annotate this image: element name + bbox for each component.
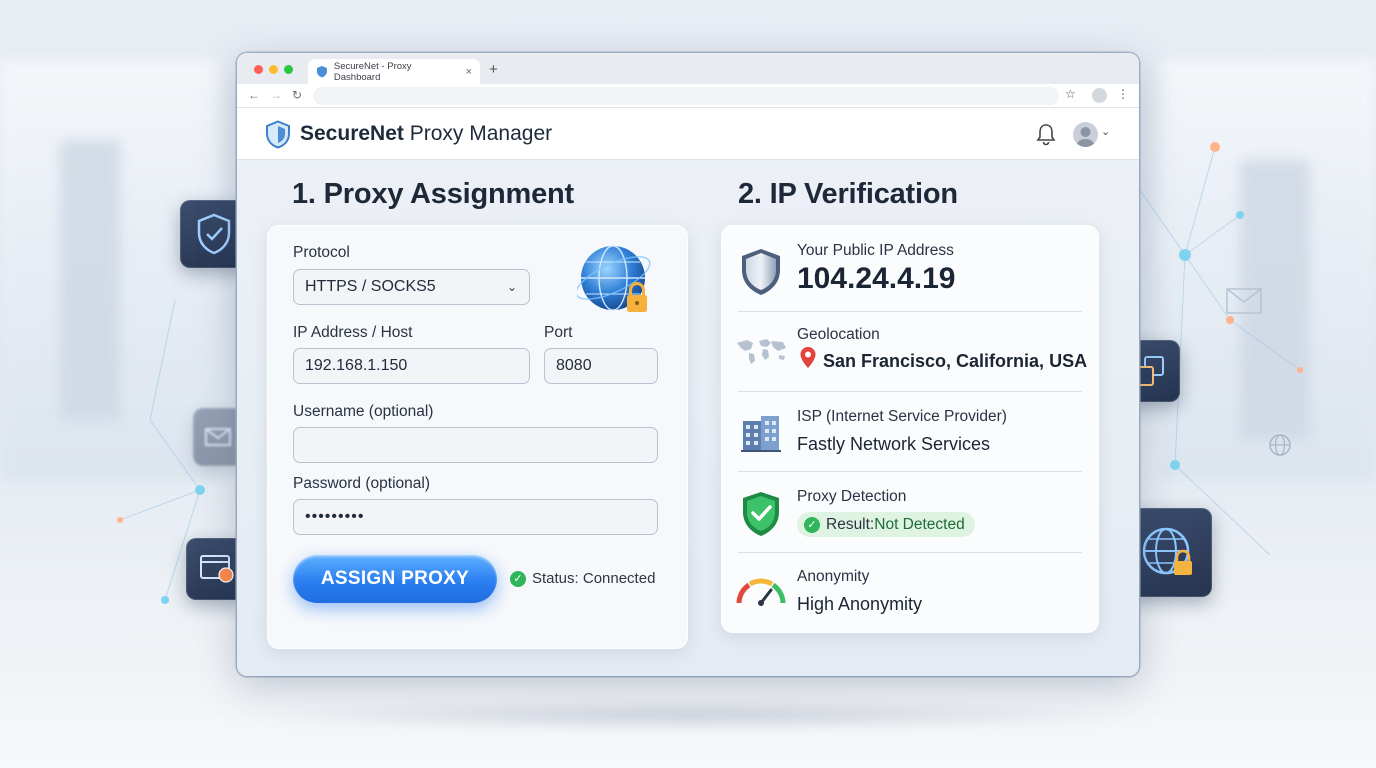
- back-arrow-icon[interactable]: ←: [248, 88, 260, 102]
- window-controls: [254, 65, 293, 74]
- public-ip-label: Your Public IP Address: [797, 242, 954, 259]
- app-title-suffix: Proxy Manager: [403, 122, 553, 145]
- app-header: SecureNet Proxy Manager ⌄: [237, 108, 1139, 160]
- username-input[interactable]: [293, 427, 658, 463]
- port-input[interactable]: 8080: [544, 348, 658, 384]
- divider: [738, 311, 1082, 312]
- check-circle-icon: ✓: [804, 516, 820, 533]
- mail-icon: [1226, 288, 1262, 314]
- protocol-label: Protocol: [293, 244, 350, 261]
- minimize-window-button[interactable]: [269, 65, 278, 74]
- status-text: Status: Connected: [532, 570, 656, 587]
- proxy-assignment-panel: Protocol HTTPS / SOCKS5 ⌄ IP Address / H…: [267, 225, 688, 649]
- chevron-down-icon[interactable]: ⌄: [1101, 125, 1110, 138]
- shield-icon: [316, 66, 327, 78]
- geolocation-label: Geolocation: [797, 326, 880, 343]
- ip-verification-title: 2. IP Verification: [738, 178, 958, 210]
- proxy-detection-label: Proxy Detection: [797, 488, 907, 505]
- mail-icon: [205, 428, 231, 446]
- connection-status: ✓ Status: Connected: [510, 570, 655, 587]
- close-window-button[interactable]: [254, 65, 263, 74]
- shield-check-icon: [743, 492, 779, 536]
- divider: [738, 391, 1082, 392]
- geolocation-value: San Francisco, California, USA: [823, 351, 1088, 371]
- tab-bar: SecureNet - Proxy Dashboard × +: [237, 53, 1139, 84]
- floating-mail-card: [193, 408, 243, 466]
- isp-label: ISP (Internet Service Provider): [797, 408, 1007, 425]
- app-title-brand: SecureNet: [300, 122, 404, 145]
- app-title: SecureNet Proxy Manager: [300, 122, 552, 146]
- chevron-down-icon: ⌄: [506, 280, 517, 294]
- ip-verification-panel: Your Public IP Address 104.24.4.19 Geolo…: [721, 225, 1099, 633]
- proxy-result-prefix: Result:: [826, 515, 875, 533]
- building-icon: [741, 416, 781, 452]
- bookmark-star-icon[interactable]: ☆: [1065, 87, 1076, 101]
- maximize-window-button[interactable]: [284, 65, 293, 74]
- profile-icon[interactable]: [1092, 88, 1107, 103]
- check-circle-icon: ✓: [510, 570, 526, 587]
- proxy-assignment-title: 1. Proxy Assignment: [292, 178, 574, 210]
- tab-close-icon[interactable]: ×: [466, 66, 472, 78]
- map-pin-icon: [800, 347, 816, 368]
- divider: [738, 471, 1082, 472]
- shield-check-icon: [197, 213, 231, 255]
- username-label: Username (optional): [293, 403, 434, 420]
- tab-securenet[interactable]: SecureNet - Proxy Dashboard ×: [308, 59, 480, 84]
- globe-icon: [1269, 434, 1291, 456]
- password-input[interactable]: •••••••••: [293, 499, 658, 535]
- globe-lock-icon: [1142, 527, 1192, 575]
- shield-icon: [266, 120, 290, 149]
- bell-icon[interactable]: [1035, 122, 1057, 146]
- anonymity-value: High Anonymity: [797, 594, 923, 614]
- browser-toolbar: ← → ↻ ☆ ⋮: [237, 84, 1139, 108]
- new-tab-button[interactable]: +: [489, 61, 498, 78]
- user-avatar-icon[interactable]: [1073, 122, 1098, 147]
- isp-value: Fastly Network Services: [797, 434, 991, 454]
- password-label: Password (optional): [293, 475, 430, 492]
- gauge-icon: [736, 578, 786, 606]
- world-map-icon: [737, 339, 786, 364]
- assign-proxy-button[interactable]: ASSIGN PROXY: [293, 555, 497, 603]
- divider: [738, 552, 1082, 553]
- protocol-select[interactable]: HTTPS / SOCKS5 ⌄: [293, 269, 530, 305]
- public-ip-value: 104.24.4.19: [797, 262, 956, 295]
- port-label: Port: [544, 324, 573, 341]
- proxy-result-value: Not Detected: [874, 515, 965, 533]
- protocol-value: HTTPS / SOCKS5: [305, 278, 436, 295]
- host-input[interactable]: 192.168.1.150: [293, 348, 530, 384]
- address-bar[interactable]: [313, 87, 1059, 105]
- browser-window: SecureNet - Proxy Dashboard × + ← → ↻ ☆ …: [237, 53, 1139, 676]
- tab-title: SecureNet - Proxy Dashboard: [333, 60, 412, 83]
- forward-arrow-icon[interactable]: →: [270, 88, 282, 102]
- reload-icon[interactable]: ↻: [292, 88, 302, 102]
- browser-globe-icon: [200, 555, 234, 583]
- shield-icon: [742, 249, 780, 295]
- proxy-result-badge: ✓ Result: Not Detected: [797, 512, 975, 537]
- menu-kebab-icon[interactable]: ⋮: [1117, 87, 1129, 101]
- anonymity-label: Anonymity: [797, 568, 870, 585]
- globe-lock-icon: [577, 245, 651, 312]
- host-label: IP Address / Host: [293, 324, 413, 341]
